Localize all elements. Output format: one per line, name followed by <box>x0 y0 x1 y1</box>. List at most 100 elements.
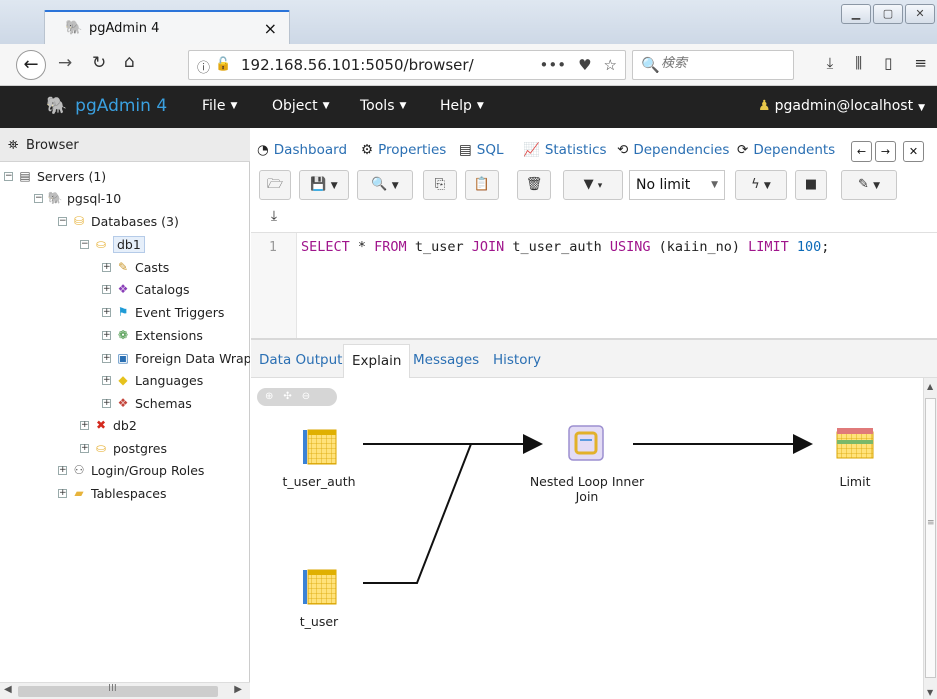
plan-node-t-user[interactable]: t_user <box>267 614 371 629</box>
paste-button[interactable]: 📋 <box>465 170 499 200</box>
expand-icon[interactable]: + <box>102 330 111 340</box>
tree-node-tablespaces[interactable]: + ▰ Tablespaces <box>58 483 167 503</box>
tab-explain[interactable]: Explain <box>343 344 411 378</box>
sql-editor[interactable]: 1 SELECT * FROM t_user JOIN t_user_auth … <box>251 232 937 339</box>
expand-icon[interactable]: + <box>80 420 89 430</box>
tree-node-postgres[interactable]: + ⛀ postgres <box>80 438 167 458</box>
address-bar[interactable]: ⓘ 🔓 192.168.56.101:5050/browser/ ••• ♥ ☆ <box>188 50 626 80</box>
tree-node-label-selected: db1 <box>113 235 145 253</box>
tab-prev-button[interactable]: ← <box>851 141 872 162</box>
tab-dependents[interactable]: ⟳ Dependents <box>737 142 835 158</box>
menu-object[interactable]: Object ▼ <box>272 98 330 114</box>
tab-next-button[interactable]: → <box>875 141 896 162</box>
tree-node-db1[interactable]: − ⛀ db1 <box>80 234 145 254</box>
plan-node-nested-loop[interactable]: Nested Loop Inner Join <box>523 474 651 504</box>
browser-tab[interactable]: 🐘 pgAdmin 4 × <box>44 10 290 44</box>
tree-node-databases[interactable]: − ⛁ Databases (3) <box>58 211 179 231</box>
limit-select[interactable]: No limit ▼ <box>629 170 725 200</box>
tree-node-pgsql-10[interactable]: − 🐘 pgsql-10 <box>34 188 121 208</box>
find-button[interactable]: 🔍 ▼ <box>357 170 413 200</box>
expand-icon[interactable]: + <box>58 488 67 498</box>
menu-help[interactable]: Help ▼ <box>440 98 484 114</box>
expand-icon[interactable]: + <box>102 353 111 363</box>
tree-horizontal-scrollbar[interactable]: ◀ III ▶ <box>0 682 250 699</box>
close-window-button[interactable]: ✕ <box>905 4 935 24</box>
menu-file[interactable]: File ▼ <box>202 98 237 114</box>
tree-node-schemas[interactable]: + ❖ Schemas <box>102 393 192 413</box>
expand-icon[interactable]: + <box>102 262 111 272</box>
scroll-up-icon[interactable]: ▲ <box>927 382 933 391</box>
tree-node-foreign-data-wrappers[interactable]: + ▣ Foreign Data Wrapp <box>102 348 250 368</box>
user-menu[interactable]: ♟ pgadmin@localhost ▼ <box>758 98 925 114</box>
plan-node-limit[interactable]: Limit <box>807 474 903 489</box>
collapse-icon[interactable]: − <box>80 239 89 249</box>
page-actions-button[interactable]: ••• <box>540 56 567 74</box>
tree-node-login-group-roles[interactable]: + ⚇ Login/Group Roles <box>58 460 204 480</box>
tab-close-button[interactable]: × <box>264 19 277 38</box>
tree-node-catalogs[interactable]: + ❖ Catalogs <box>102 279 190 299</box>
plan-node-t-user-auth[interactable]: t_user_auth <box>267 474 371 489</box>
tab-history[interactable]: History <box>493 352 541 368</box>
tree-node-servers[interactable]: − ▤ Servers (1) <box>4 166 106 186</box>
delete-button[interactable]: 🗑 <box>517 170 551 200</box>
sidebar-icon[interactable]: ▯ <box>884 54 892 72</box>
collapse-icon[interactable]: − <box>58 216 67 226</box>
minimize-button[interactable]: ▁ <box>841 4 871 24</box>
tab-statistics[interactable]: 📈 Statistics <box>523 142 607 158</box>
info-icon[interactable]: ⓘ <box>197 57 210 76</box>
pgadmin-brand[interactable]: 🐘 pgAdmin 4 <box>46 96 167 116</box>
tab-properties[interactable]: ⚙ Properties <box>361 142 446 158</box>
tree-node-label: Extensions <box>135 327 203 343</box>
stop-button[interactable]: ■ <box>795 170 827 200</box>
scrollbar-thumb[interactable] <box>18 686 218 697</box>
save-button[interactable]: 💾 ▼ <box>299 170 349 200</box>
copy-button[interactable]: ⎘ <box>423 170 457 200</box>
search-input[interactable] <box>661 56 781 71</box>
tree-node-event-triggers[interactable]: + ⚑ Event Triggers <box>102 302 224 322</box>
expand-icon[interactable]: + <box>102 398 111 408</box>
expand-icon[interactable]: + <box>102 307 111 317</box>
download-button[interactable]: ⤓ <box>259 208 289 230</box>
url-text[interactable]: 192.168.56.101:5050/browser/ <box>241 56 474 74</box>
forward-button[interactable]: → <box>58 53 72 73</box>
bookmark-star-icon[interactable]: ☆ <box>604 56 617 74</box>
tree-node-languages[interactable]: + ◆ Languages <box>102 370 203 390</box>
scroll-right-icon[interactable]: ▶ <box>234 684 242 695</box>
collapse-icon[interactable]: − <box>4 171 13 181</box>
back-button[interactable]: ← <box>16 50 46 80</box>
library-icon[interactable]: ⫼ <box>855 54 862 72</box>
expand-icon[interactable]: + <box>102 284 111 294</box>
filter-button[interactable]: ▼ ▾ <box>563 170 623 200</box>
expand-icon[interactable]: + <box>102 375 111 385</box>
tab-data-output[interactable]: Data Output <box>259 352 342 368</box>
scroll-down-icon[interactable]: ▼ <box>927 688 933 697</box>
open-file-button[interactable]: 🗁 <box>259 170 291 200</box>
downloads-icon[interactable]: ⤓ <box>827 54 834 72</box>
home-button[interactable]: ⌂ <box>124 52 135 72</box>
edit-button[interactable]: ✎ ▼ <box>841 170 897 200</box>
tree-node-db2[interactable]: + ✖ db2 <box>80 415 137 435</box>
explain-canvas[interactable]: ⊕✣⊖ t_user_auth t_user Nested Loop Inner… <box>251 378 923 699</box>
execute-button[interactable]: ϟ ▼ <box>735 170 787 200</box>
reload-button[interactable]: ↻ <box>92 53 106 73</box>
tab-dashboard[interactable]: ◔ Dashboard <box>257 142 347 158</box>
tab-close-button[interactable]: ✕ <box>903 141 924 162</box>
tab-sql[interactable]: ▤ SQL <box>459 142 503 158</box>
expand-icon[interactable]: + <box>80 443 89 453</box>
pocket-icon[interactable]: ♥ <box>578 56 591 74</box>
explain-vertical-scrollbar[interactable]: ▲ ≡ ▼ <box>923 378 937 699</box>
search-box[interactable]: 🔍 <box>632 50 794 80</box>
tab-messages[interactable]: Messages <box>413 352 479 368</box>
tab-dependencies[interactable]: ⟲ Dependencies <box>617 142 729 158</box>
maximize-button[interactable]: ▢ <box>873 4 903 24</box>
collapse-icon[interactable]: − <box>34 193 43 203</box>
expand-icon[interactable]: + <box>58 465 67 475</box>
tree-node-extensions[interactable]: + ❁ Extensions <box>102 325 203 345</box>
tree-node-casts[interactable]: + ✎ Casts <box>102 257 169 277</box>
hamburger-menu-icon[interactable]: ≡ <box>914 54 927 72</box>
scrollbar-thumb[interactable] <box>925 398 936 678</box>
scroll-left-icon[interactable]: ◀ <box>4 684 12 695</box>
menu-tools[interactable]: Tools ▼ <box>360 98 406 114</box>
sql-code-line[interactable]: SELECT * FROM t_user JOIN t_user_auth US… <box>301 239 829 255</box>
insecure-lock-icon[interactable]: 🔓 <box>215 57 231 72</box>
